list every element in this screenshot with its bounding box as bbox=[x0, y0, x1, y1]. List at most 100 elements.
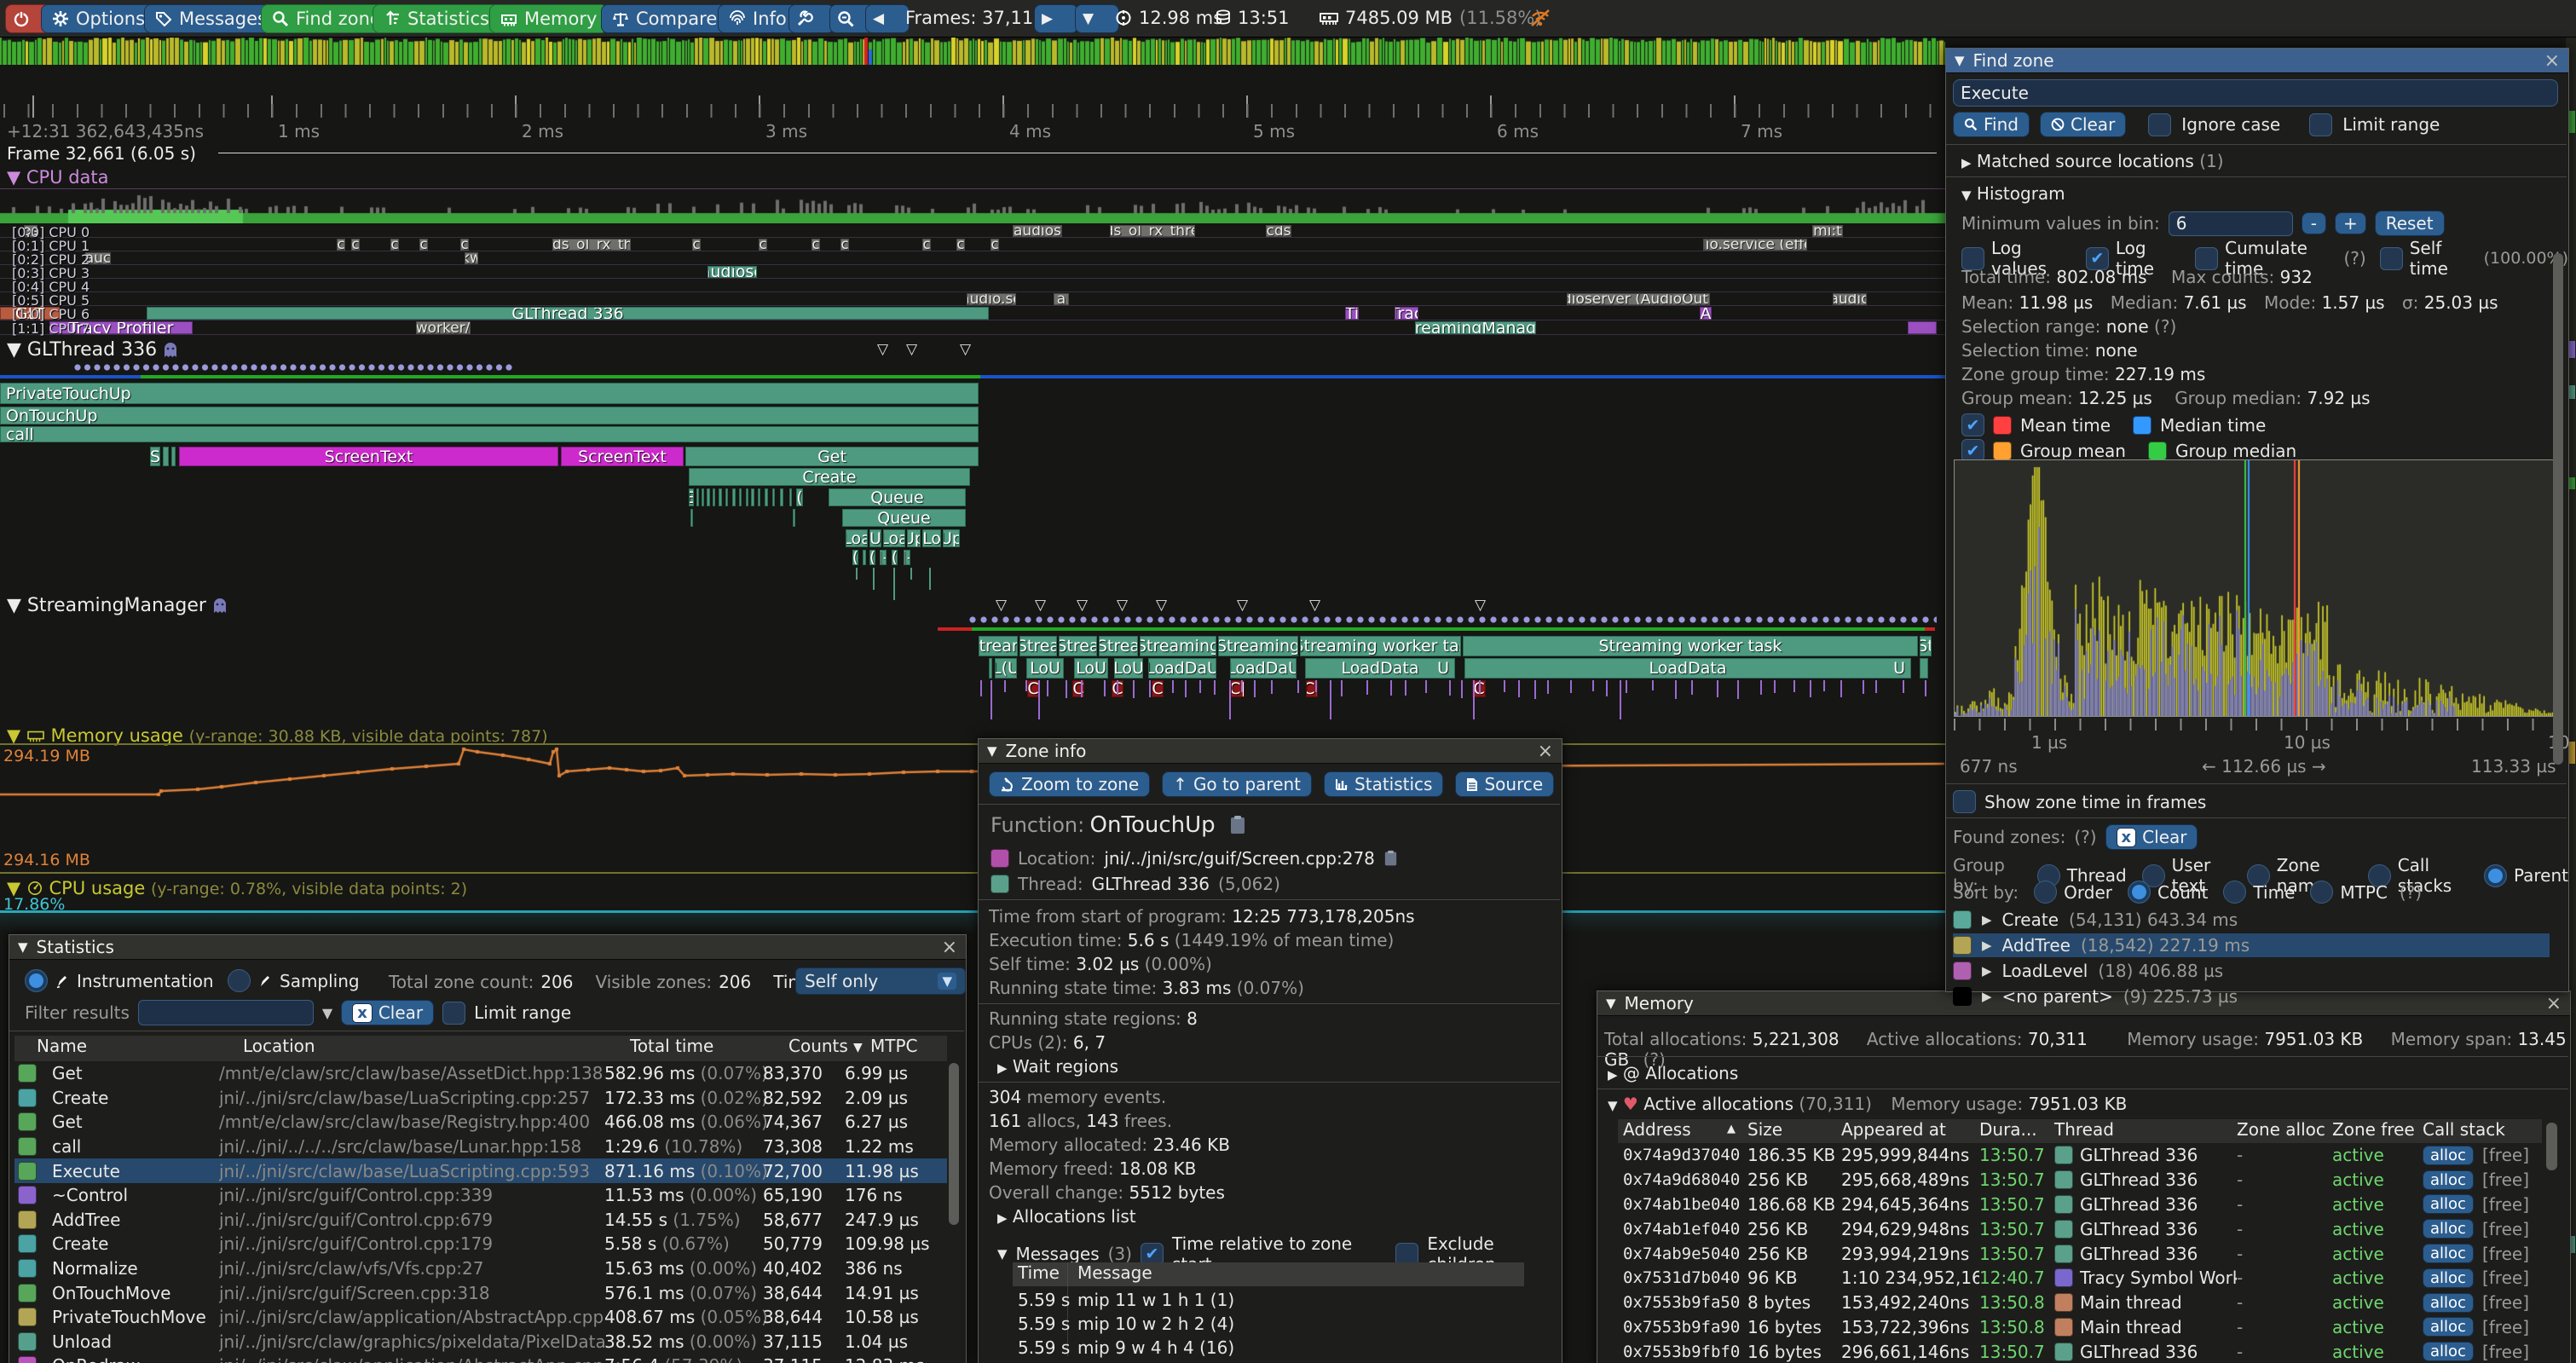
self-time-checkbox[interactable] bbox=[2380, 247, 2403, 270]
expand-icon[interactable]: ▶ bbox=[1982, 938, 1992, 953]
free-link[interactable]: [free] bbox=[2482, 1268, 2529, 1288]
col-duration[interactable]: Dura... bbox=[1979, 1119, 2037, 1140]
group-by-radio[interactable] bbox=[2484, 864, 2507, 887]
find-button[interactable]: Find bbox=[1953, 112, 2030, 137]
matched-locations-toggle[interactable]: ▶ Matched source locations (1) bbox=[1961, 151, 2224, 171]
col-thread[interactable]: Thread bbox=[2054, 1119, 2114, 1140]
zone-message-row[interactable]: 5.59 smip 11 w 1 h 1 (1) bbox=[1013, 1290, 1524, 1314]
cpu-timeline-zone[interactable]: c bbox=[337, 239, 345, 251]
timeline-zone[interactable]: Streaming bbox=[1218, 636, 1298, 656]
frame-marker-icon[interactable]: ▽ bbox=[1237, 597, 1248, 614]
memory-alloc-row[interactable]: 0x7553b9fa508 bytes153,492,240ns13:50.8M… bbox=[1618, 1291, 2542, 1315]
frame-marker-icon[interactable]: ▽ bbox=[906, 341, 917, 358]
timeline-zone[interactable] bbox=[707, 488, 710, 506]
timeline-zone[interactable]: Streaming worker task bbox=[1463, 636, 1918, 656]
stats-table-row[interactable]: Executejni/../jni/src/claw/base/LuaScrip… bbox=[14, 1158, 947, 1183]
cpu-timeline-zone[interactable]: StreamingManager bbox=[1415, 321, 1536, 334]
free-link[interactable]: [free] bbox=[2482, 1317, 2529, 1337]
glthread-message-dots[interactable] bbox=[73, 363, 513, 372]
bin-minus-button[interactable]: - bbox=[2302, 212, 2326, 234]
cpu-timeline-zone[interactable]: mi:t bbox=[1812, 225, 1843, 237]
frame-marker-icon[interactable]: ▽ bbox=[960, 341, 971, 358]
timeline-zone[interactable]: Up bbox=[943, 529, 960, 547]
timeline-zone[interactable]: LoU bbox=[1074, 658, 1108, 679]
col-zone-free[interactable]: Zone free bbox=[2332, 1119, 2415, 1140]
timeline-zone[interactable] bbox=[690, 509, 693, 527]
compare-button[interactable]: Compare bbox=[601, 4, 728, 33]
streaming-header[interactable]: ▼ StreamingManager bbox=[7, 595, 228, 616]
active-allocations-toggle[interactable]: ▼ ♥ Active allocations (70,311) Memory u… bbox=[1608, 1094, 2127, 1114]
timeline-zone[interactable]: ScreenText bbox=[561, 447, 684, 466]
cpu-timeline-zone[interactable]: cds_ol_rx_threa bbox=[1110, 225, 1195, 237]
timeline-zone[interactable]: Get bbox=[685, 447, 979, 466]
timeline-zone[interactable]: Queue bbox=[829, 488, 966, 506]
clipboard-icon[interactable] bbox=[1383, 850, 1398, 867]
memory-alloc-row[interactable]: 0x74a9d37040186.35 KB295,999,844ns13:50.… bbox=[1618, 1143, 2542, 1168]
cpu-timeline-zone[interactable]: Trac bbox=[1395, 307, 1418, 320]
timeline-zone[interactable]: Stream bbox=[979, 636, 1018, 656]
memory-alloc-row[interactable]: 0x7553b9fa9016 bytes153,722,396ns13:50.8… bbox=[1618, 1315, 2542, 1340]
zone-thread-value[interactable]: GLThread 336 bbox=[1092, 874, 1210, 894]
timeline-zone[interactable]: Strea bbox=[1099, 636, 1138, 656]
stats-table-row[interactable]: Get/mnt/e/claw/src/claw/base/AssetDict.h… bbox=[14, 1061, 947, 1086]
sort-by-radio[interactable] bbox=[2034, 881, 2057, 904]
timeline-zone[interactable] bbox=[793, 509, 795, 527]
cpu-timeline-zone[interactable] bbox=[1908, 321, 1937, 334]
cpu-timeline-zone[interactable]: c bbox=[390, 239, 399, 251]
timeline-zone[interactable]: Strea bbox=[1019, 636, 1057, 656]
find-zone-titlebar[interactable]: ▼ Find zone × bbox=[1946, 49, 2568, 73]
timeline-zone[interactable]: Create bbox=[689, 468, 970, 486]
statistics-titlebar[interactable]: ▼ Statistics × bbox=[9, 935, 966, 960]
stats-table-row[interactable]: Unloadjni/../jni/src/claw/graphics/pixel… bbox=[14, 1330, 947, 1354]
stats-scrollbar[interactable] bbox=[949, 1063, 959, 1225]
found-zone-row[interactable]: ▶LoadLevel(18) 406.88 µs bbox=[1953, 959, 2550, 983]
timeline-zone[interactable]: LoU bbox=[1114, 658, 1143, 679]
stats-table-row[interactable]: ~Controljni/../jni/src/guif/Control.cpp:… bbox=[14, 1183, 947, 1208]
memory-alloc-row[interactable]: 0x74ab1ef040256 KB294,629,948ns13:50.7GL… bbox=[1618, 1216, 2542, 1241]
timeline-zone[interactable] bbox=[989, 658, 992, 679]
col-total-time[interactable]: Total time bbox=[630, 1036, 713, 1056]
frames-overview-heatmap[interactable] bbox=[0, 38, 1945, 65]
timeline-zone[interactable]: St bbox=[1920, 636, 1932, 656]
timing-select[interactable]: Self only▼ bbox=[795, 967, 966, 995]
clipboard-icon[interactable] bbox=[1229, 815, 1246, 835]
collapse-icon[interactable]: ▼ bbox=[997, 1246, 1008, 1262]
cpu-timeline-zone[interactable]: audio.se bbox=[967, 293, 1016, 305]
timeline-zone[interactable]: C bbox=[1027, 680, 1039, 697]
histogram-toggle[interactable]: ▼ Histogram bbox=[1961, 183, 2065, 204]
free-link[interactable]: [free] bbox=[2482, 1194, 2529, 1215]
col-appeared[interactable]: Appeared at bbox=[1841, 1119, 1946, 1140]
timeline-zone[interactable]: ( bbox=[892, 550, 898, 565]
timeline-zone[interactable] bbox=[732, 488, 736, 506]
frame-marker-icon[interactable]: ▽ bbox=[996, 597, 1007, 614]
next-frame-button[interactable]: ▶ bbox=[1034, 4, 1078, 33]
frame-dropdown-button[interactable]: ▼ bbox=[1075, 4, 1119, 33]
cpu-timeline-zone[interactable]: Ti bbox=[1345, 307, 1359, 320]
collapse-icon[interactable]: ▼ bbox=[1955, 53, 1965, 68]
alloc-button[interactable]: alloc bbox=[2423, 1244, 2474, 1263]
timeline-zone[interactable] bbox=[789, 488, 792, 506]
timeline-zone[interactable]: Up bbox=[907, 529, 921, 547]
memory-alloc-row[interactable]: 0x74ab9e5040256 KB293,994,219ns13:50.7GL… bbox=[1618, 1241, 2542, 1266]
zone-statistics-button[interactable]: Statistics bbox=[1324, 771, 1443, 797]
timeline-zone[interactable] bbox=[863, 550, 866, 565]
timeline-zone[interactable] bbox=[696, 488, 699, 506]
filter-input[interactable] bbox=[138, 1000, 314, 1025]
alloc-button[interactable]: alloc bbox=[2423, 1219, 2474, 1239]
frame-marker-icon[interactable]: ▽ bbox=[1475, 597, 1486, 614]
cpu-timeline-zone[interactable]: c bbox=[956, 239, 965, 251]
timeline-zone[interactable]: ( bbox=[869, 550, 875, 565]
timeline-zone[interactable] bbox=[751, 488, 754, 506]
cpu-timeline-zone[interactable]: a bbox=[1054, 293, 1069, 305]
timeline-zone[interactable] bbox=[719, 488, 722, 506]
cpu-usage-strip[interactable] bbox=[0, 189, 1945, 223]
zone-info-titlebar[interactable]: ▼ Zone info × bbox=[979, 739, 1562, 764]
memory-alloc-row[interactable]: 0x7553b9fbf016 bytes296,661,146ns13:50.7… bbox=[1618, 1339, 2542, 1363]
alloc-button[interactable]: alloc bbox=[2423, 1170, 2474, 1190]
zone-message-row[interactable]: 5.59 smip 10 w 2 h 2 (4) bbox=[1013, 1314, 1524, 1337]
free-link[interactable]: [free] bbox=[2482, 1145, 2529, 1165]
col-name[interactable]: Name bbox=[37, 1036, 87, 1056]
col-address[interactable]: Address bbox=[1623, 1119, 1691, 1140]
timeline-zone[interactable] bbox=[765, 488, 768, 506]
timeline-zone[interactable]: S bbox=[150, 447, 160, 466]
